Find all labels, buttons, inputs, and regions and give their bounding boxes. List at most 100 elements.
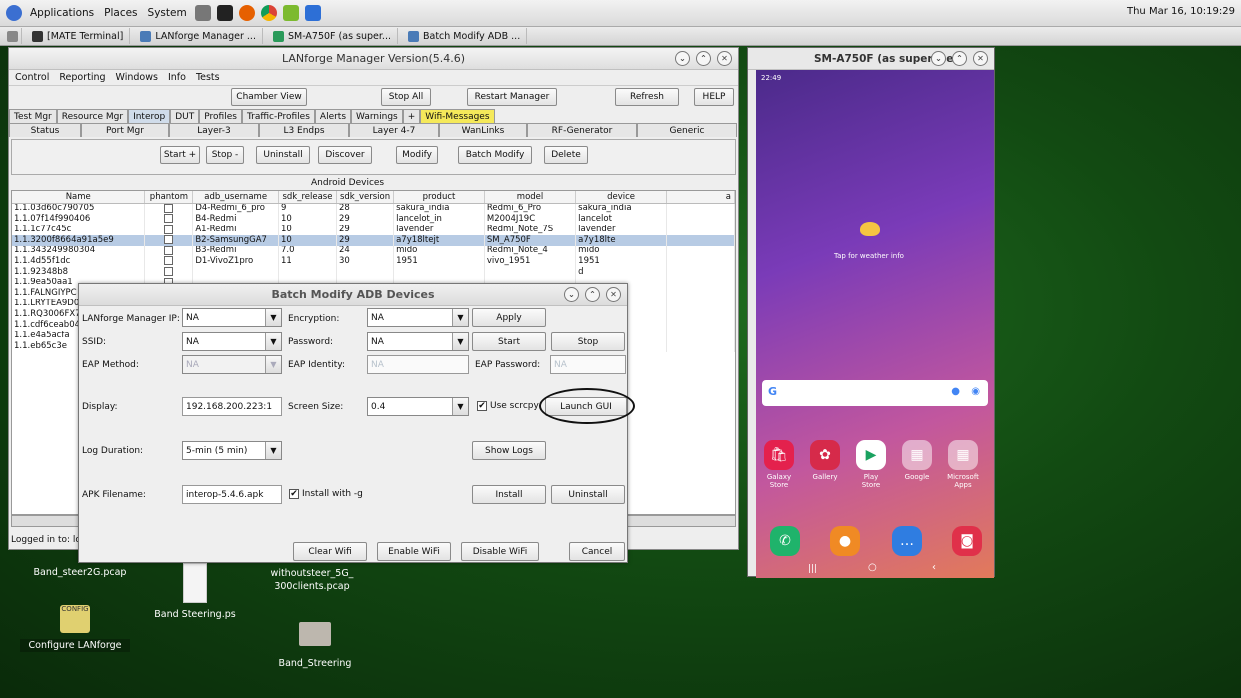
screen-size-select[interactable]: 0.4 ▼ (367, 397, 469, 416)
phantom-checkbox[interactable] (164, 235, 174, 245)
tab-rf-generator[interactable]: RF-Generator (527, 123, 637, 137)
weather-text[interactable]: Tap for weather info (834, 252, 904, 260)
app-google[interactable]: ▦ Google (900, 440, 934, 481)
enable-wifi-button[interactable]: Enable WiFi (377, 542, 451, 561)
menu-reporting[interactable]: Reporting (59, 72, 105, 83)
task-terminal[interactable]: [MATE Terminal] (26, 28, 131, 44)
phone-screen[interactable]: 22:49 Tap for weather info G ● ◉ 🛍 Galaxy… (756, 70, 994, 578)
show-desktop-button[interactable] (4, 28, 22, 44)
clear-wifi-button[interactable]: Clear Wifi (293, 542, 367, 561)
close-icon[interactable]: ✕ (717, 51, 732, 66)
phantom-checkbox[interactable] (164, 203, 174, 213)
tab-interop[interactable]: Interop (128, 109, 171, 123)
chrome-icon[interactable] (260, 5, 277, 21)
col-adb-username[interactable]: adb_username (192, 191, 279, 204)
phantom-checkbox[interactable] (164, 267, 174, 277)
gui-icon[interactable] (282, 5, 299, 21)
terminal-icon[interactable] (216, 5, 233, 21)
phantom-checkbox[interactable] (164, 245, 174, 255)
restart-manager-button[interactable]: Restart Manager (467, 88, 557, 106)
tab-generic[interactable]: Generic (637, 123, 737, 137)
close-icon[interactable]: ✕ (973, 51, 988, 66)
minimize-icon[interactable]: ⌄ (675, 51, 690, 66)
col-phantom[interactable]: phantom (144, 191, 194, 204)
task-scrcpy[interactable]: SM-A750F (as super... (267, 28, 398, 44)
mic-icon[interactable]: ● (951, 386, 960, 397)
col-product[interactable]: product (393, 191, 485, 204)
menu-applications[interactable]: Applications (28, 7, 96, 19)
tab-warnings[interactable]: Warnings (351, 109, 403, 123)
log-duration-select[interactable]: 5-min (5 min) ▼ (182, 441, 282, 460)
stop-all-button[interactable]: Stop All (381, 88, 431, 106)
col-sdk-version[interactable]: sdk_version (336, 191, 395, 204)
encryption-select[interactable]: NA ▼ (367, 308, 469, 327)
recent-apps-icon[interactable]: ||| (808, 564, 817, 574)
maximize-icon[interactable]: ⌃ (952, 51, 967, 66)
app-microsoft[interactable]: ▦ Microsoft Apps (946, 440, 980, 489)
home-icon[interactable]: ○ (868, 562, 877, 573)
desktop-icon-band-steering-ps[interactable]: Band Steering.ps (150, 563, 240, 620)
tab-port-mgr[interactable]: Port Mgr (81, 123, 169, 137)
eap-identity-input[interactable]: NA (367, 355, 469, 374)
apk-input[interactable]: interop-5.4.6.apk (182, 485, 282, 504)
task-lanforge[interactable]: LANforge Manager ... (134, 28, 263, 44)
menu-system[interactable]: System (146, 7, 189, 19)
minimize-icon[interactable]: ⌄ (931, 51, 946, 66)
disable-wifi-button[interactable]: Disable WiFi (461, 542, 539, 561)
app-icon[interactable] (304, 5, 321, 21)
install-g-checkbox[interactable]: ✔ Install with -g (289, 489, 363, 499)
clock[interactable]: Thu Mar 16, 10:19:29 (1127, 6, 1235, 17)
back-icon[interactable]: ‹ (932, 562, 936, 573)
menu-control[interactable]: Control (15, 72, 49, 83)
menu-tests[interactable]: Tests (196, 72, 220, 83)
eap-password-input[interactable]: NA (550, 355, 626, 374)
table-row[interactable]: 1.1.07f14f990406 B4-Redmi 10 29 lancelot_in M… (12, 214, 735, 225)
lens-icon[interactable]: ◉ (971, 386, 980, 397)
uninstall-button[interactable]: Uninstall (256, 146, 310, 164)
files-icon[interactable] (194, 5, 211, 21)
refresh-button[interactable]: Refresh (615, 88, 679, 106)
col-a[interactable]: a (666, 191, 735, 204)
discover-button[interactable]: Discover (318, 146, 372, 164)
col-model[interactable]: model (484, 191, 577, 204)
table-row[interactable]: 1.1.3200f8664a91a5e9 B2-SamsungGA7 10 29 a7y… (12, 235, 735, 246)
table-row[interactable]: 1.1.92348b8 d (12, 267, 735, 278)
cancel-button[interactable]: Cancel (569, 542, 625, 561)
camera-icon[interactable]: ◙ (952, 526, 982, 556)
tab-status[interactable]: Status (9, 123, 81, 137)
tab-alerts[interactable]: Alerts (314, 109, 352, 123)
uninstall-button[interactable]: Uninstall (551, 485, 625, 504)
firefox-icon[interactable] (238, 5, 255, 21)
col-name[interactable]: Name (12, 191, 146, 204)
maximize-icon[interactable]: ⌃ (585, 287, 600, 302)
password-select[interactable]: NA ▼ (367, 332, 469, 351)
table-row[interactable]: 1.1.343249980304 B3-Redmi 7.0 24 mido Redmi_N… (12, 245, 735, 257)
table-row[interactable]: 1.1.4d55f1dc D1-VivoZ1pro 11 30 1951 vivo_195… (12, 256, 735, 268)
display-input[interactable]: 192.168.200.223:1 (182, 397, 282, 416)
use-scrcpy-checkbox[interactable]: ✔ Use scrcpy (477, 401, 539, 411)
help-button[interactable]: HELP (694, 88, 734, 106)
tab-profiles[interactable]: Profiles (199, 109, 242, 123)
stop-button[interactable]: Stop - (206, 146, 244, 164)
tab-traffic-profiles[interactable]: Traffic-Profiles (241, 109, 315, 123)
batch-modify-button[interactable]: Batch Modify (458, 146, 532, 164)
tab-l3-endps[interactable]: L3 Endps (259, 123, 349, 137)
col-sdk-release[interactable]: sdk_release (278, 191, 337, 204)
col-device[interactable]: device (575, 191, 667, 204)
tab-layer3[interactable]: Layer-3 (169, 123, 259, 137)
contacts-icon[interactable]: ● (830, 526, 860, 556)
show-logs-button[interactable]: Show Logs (472, 441, 546, 460)
eap-method-select[interactable]: NA ▼ (182, 355, 282, 374)
desktop-icon-band-streering[interactable]: Band_Streering (270, 622, 360, 669)
delete-button[interactable]: Delete (544, 146, 588, 164)
tab-dut[interactable]: DUT (170, 109, 200, 123)
modify-button[interactable]: Modify (396, 146, 438, 164)
app-gallery[interactable]: ✿ Gallery (808, 440, 842, 481)
install-button[interactable]: Install (472, 485, 546, 504)
phantom-checkbox[interactable] (164, 214, 174, 224)
mate-logo-icon[interactable] (6, 5, 22, 21)
mgr-ip-select[interactable]: NA ▼ (182, 308, 282, 327)
start-button[interactable]: Start (472, 332, 546, 351)
phone-icon[interactable]: ✆ (770, 526, 800, 556)
phantom-checkbox[interactable] (164, 256, 174, 266)
